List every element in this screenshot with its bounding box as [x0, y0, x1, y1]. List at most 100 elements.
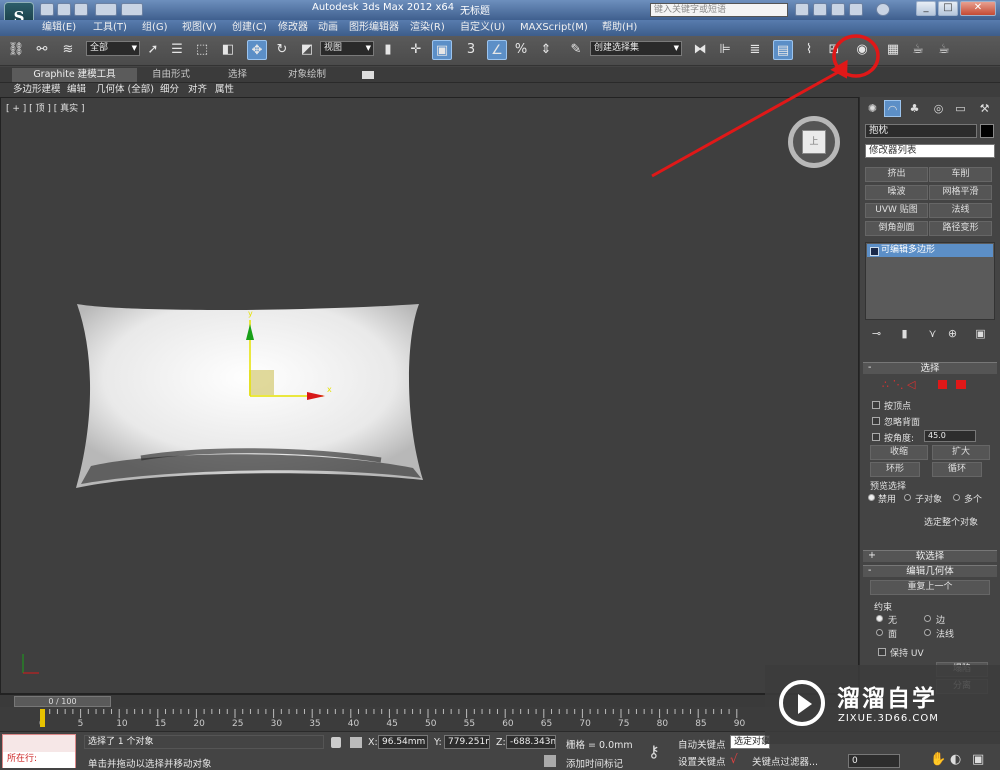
- curve-editor-icon[interactable]: ⌇: [799, 40, 819, 60]
- window-crossing-icon[interactable]: ◧: [218, 40, 238, 60]
- selection-lock-icon[interactable]: [331, 737, 341, 748]
- utilities-tab-icon[interactable]: ⚒: [976, 100, 993, 117]
- save-icon[interactable]: [74, 3, 88, 16]
- binoculars-icon[interactable]: [795, 3, 809, 16]
- z-coord-field[interactable]: -688.343mm: [506, 735, 556, 749]
- show-end-result-icon[interactable]: ▮: [896, 325, 913, 342]
- open-file-icon[interactable]: [57, 3, 71, 16]
- undo-icon[interactable]: [95, 3, 117, 16]
- select-and-move-icon[interactable]: ✥: [247, 40, 267, 60]
- viewcube[interactable]: 上: [788, 116, 840, 168]
- rollout-soft-selection-header[interactable]: + 软选择: [863, 550, 997, 562]
- current-frame-marker[interactable]: [40, 709, 45, 727]
- menu-edit[interactable]: 编辑(E): [42, 20, 76, 36]
- tab-freeform[interactable]: 自由形式: [152, 68, 190, 82]
- key-icon[interactable]: ⚷: [648, 742, 660, 761]
- motion-tab-icon[interactable]: ◎: [930, 100, 947, 117]
- maxscript-listener[interactable]: 所在行:: [2, 734, 76, 768]
- auto-key-button[interactable]: 自动关键点: [678, 737, 726, 751]
- element-level-icon[interactable]: [956, 380, 966, 389]
- subscription-icon[interactable]: [831, 3, 845, 16]
- menu-rendering[interactable]: 渲染(R): [410, 20, 445, 36]
- tab-object-paint[interactable]: 对象绘制: [288, 68, 326, 82]
- time-tag-icon[interactable]: [544, 755, 556, 767]
- selected-key-dropdown[interactable]: 选定对象: [730, 735, 770, 749]
- layer-manager-icon[interactable]: ≣: [745, 40, 765, 60]
- render-production-icon[interactable]: ☕: [934, 40, 954, 60]
- make-unique-icon[interactable]: ⋎: [924, 325, 941, 342]
- by-angle-checkbox[interactable]: [872, 433, 880, 441]
- listener-line[interactable]: 所在行:: [3, 752, 75, 768]
- ring-button[interactable]: 环形: [870, 462, 920, 477]
- constraint-normal-radio[interactable]: [924, 629, 931, 636]
- track-bar[interactable]: 051015202530354045505560657075808590: [0, 707, 859, 731]
- modifier-stack[interactable]: 可编辑多边形: [865, 242, 995, 320]
- meshsmooth-button[interactable]: 网格平滑: [929, 185, 992, 200]
- display-tab-icon[interactable]: ▭: [952, 100, 969, 117]
- absolute-mode-icon[interactable]: [350, 737, 362, 748]
- orbit-icon[interactable]: ◐: [950, 752, 961, 767]
- stack-item-editable-poly[interactable]: 可编辑多边形: [867, 244, 993, 257]
- by-vertex-checkbox[interactable]: [872, 401, 880, 409]
- maximize-button[interactable]: □: [938, 1, 958, 16]
- edit-named-selections-icon[interactable]: ✎: [566, 40, 586, 60]
- menu-group[interactable]: 组(G): [142, 20, 168, 36]
- object-color-swatch[interactable]: [980, 124, 994, 138]
- remove-modifier-icon[interactable]: ⊕: [944, 325, 961, 342]
- constraint-face-radio[interactable]: [876, 629, 883, 636]
- angle-spinner[interactable]: 45.0: [924, 430, 976, 442]
- preserve-uv-checkbox[interactable]: [878, 648, 886, 656]
- select-manipulate-icon[interactable]: ✛: [406, 40, 426, 60]
- add-time-tag-button[interactable]: 添加时间标记: [566, 756, 623, 770]
- pin-stack-icon[interactable]: ⊸: [868, 325, 885, 342]
- rendered-frame-window-icon[interactable]: ☕: [908, 40, 928, 60]
- menu-modifiers[interactable]: 修改器: [278, 20, 308, 36]
- menu-views[interactable]: 视图(V): [182, 20, 217, 36]
- repeat-last-button[interactable]: 重复上一个: [870, 580, 990, 595]
- material-editor-icon[interactable]: ◉: [852, 40, 872, 60]
- modifier-list-dropdown[interactable]: 修改器列表: [865, 144, 995, 158]
- menu-animation[interactable]: 动画: [318, 20, 338, 36]
- panel-polygon-modeling[interactable]: 多边形建模: [13, 83, 61, 97]
- menu-tools[interactable]: 工具(T): [93, 20, 127, 36]
- mirror-icon[interactable]: ⧓: [690, 40, 710, 60]
- preview-disabled-radio[interactable]: [868, 494, 875, 501]
- polygon-level-icon[interactable]: [938, 380, 947, 389]
- bevel-profile-button[interactable]: 倒角剖面: [865, 221, 928, 236]
- menu-help[interactable]: 帮助(H): [602, 20, 637, 36]
- set-key-button[interactable]: 设置关键点: [678, 754, 726, 768]
- panel-edit[interactable]: 编辑: [67, 83, 86, 97]
- menu-create[interactable]: 创建(C): [232, 20, 267, 36]
- panel-align[interactable]: 对齐: [188, 83, 207, 97]
- constraint-none-radio[interactable]: [876, 615, 883, 622]
- link-icon[interactable]: ⛓: [6, 40, 26, 60]
- panel-properties[interactable]: 属性: [215, 83, 234, 97]
- noise-button[interactable]: 噪波: [865, 185, 928, 200]
- redo-icon[interactable]: [121, 3, 143, 16]
- menu-maxscript[interactable]: MAXScript(M): [520, 20, 588, 36]
- viewport-top[interactable]: [ + ] [ 顶 ] [ 真实 ] y x 上: [0, 97, 859, 694]
- snaps-toggle-icon[interactable]: 3: [461, 40, 481, 60]
- align-icon[interactable]: ⊫: [715, 40, 735, 60]
- key-filters-button[interactable]: 关键点过滤器...: [752, 754, 818, 768]
- select-and-scale-icon[interactable]: ◩: [297, 40, 317, 60]
- y-coord-field[interactable]: 779.251mm: [444, 735, 490, 749]
- keyboard-shortcut-override-icon[interactable]: ▣: [432, 40, 452, 60]
- selection-filter-dropdown[interactable]: 全部: [86, 41, 140, 56]
- uvw-map-button[interactable]: UVW 贴图: [865, 203, 928, 218]
- named-selection-dropdown[interactable]: 创建选择集: [590, 41, 682, 56]
- normal-button[interactable]: 法线: [929, 203, 992, 218]
- select-by-name-icon[interactable]: ☰: [167, 40, 187, 60]
- tab-selection[interactable]: 选择: [228, 68, 247, 82]
- search-input[interactable]: 键入关键字或短语: [650, 3, 788, 17]
- ignore-backfacing-checkbox[interactable]: [872, 417, 880, 425]
- rectangle-selection-icon[interactable]: ⬚: [192, 40, 212, 60]
- close-button[interactable]: ✕: [960, 1, 996, 16]
- favorites-icon[interactable]: [849, 3, 863, 16]
- tab-graphite-modeling[interactable]: Graphite 建模工具: [12, 68, 137, 82]
- menu-graph-editors[interactable]: 图形编辑器: [349, 20, 399, 36]
- key-mode-icon[interactable]: √: [730, 752, 738, 766]
- modify-tab-icon[interactable]: ◠: [884, 100, 901, 117]
- reference-coordinate-dropdown[interactable]: 视图: [320, 41, 374, 56]
- spinner-snap-icon[interactable]: ⇕: [536, 40, 556, 60]
